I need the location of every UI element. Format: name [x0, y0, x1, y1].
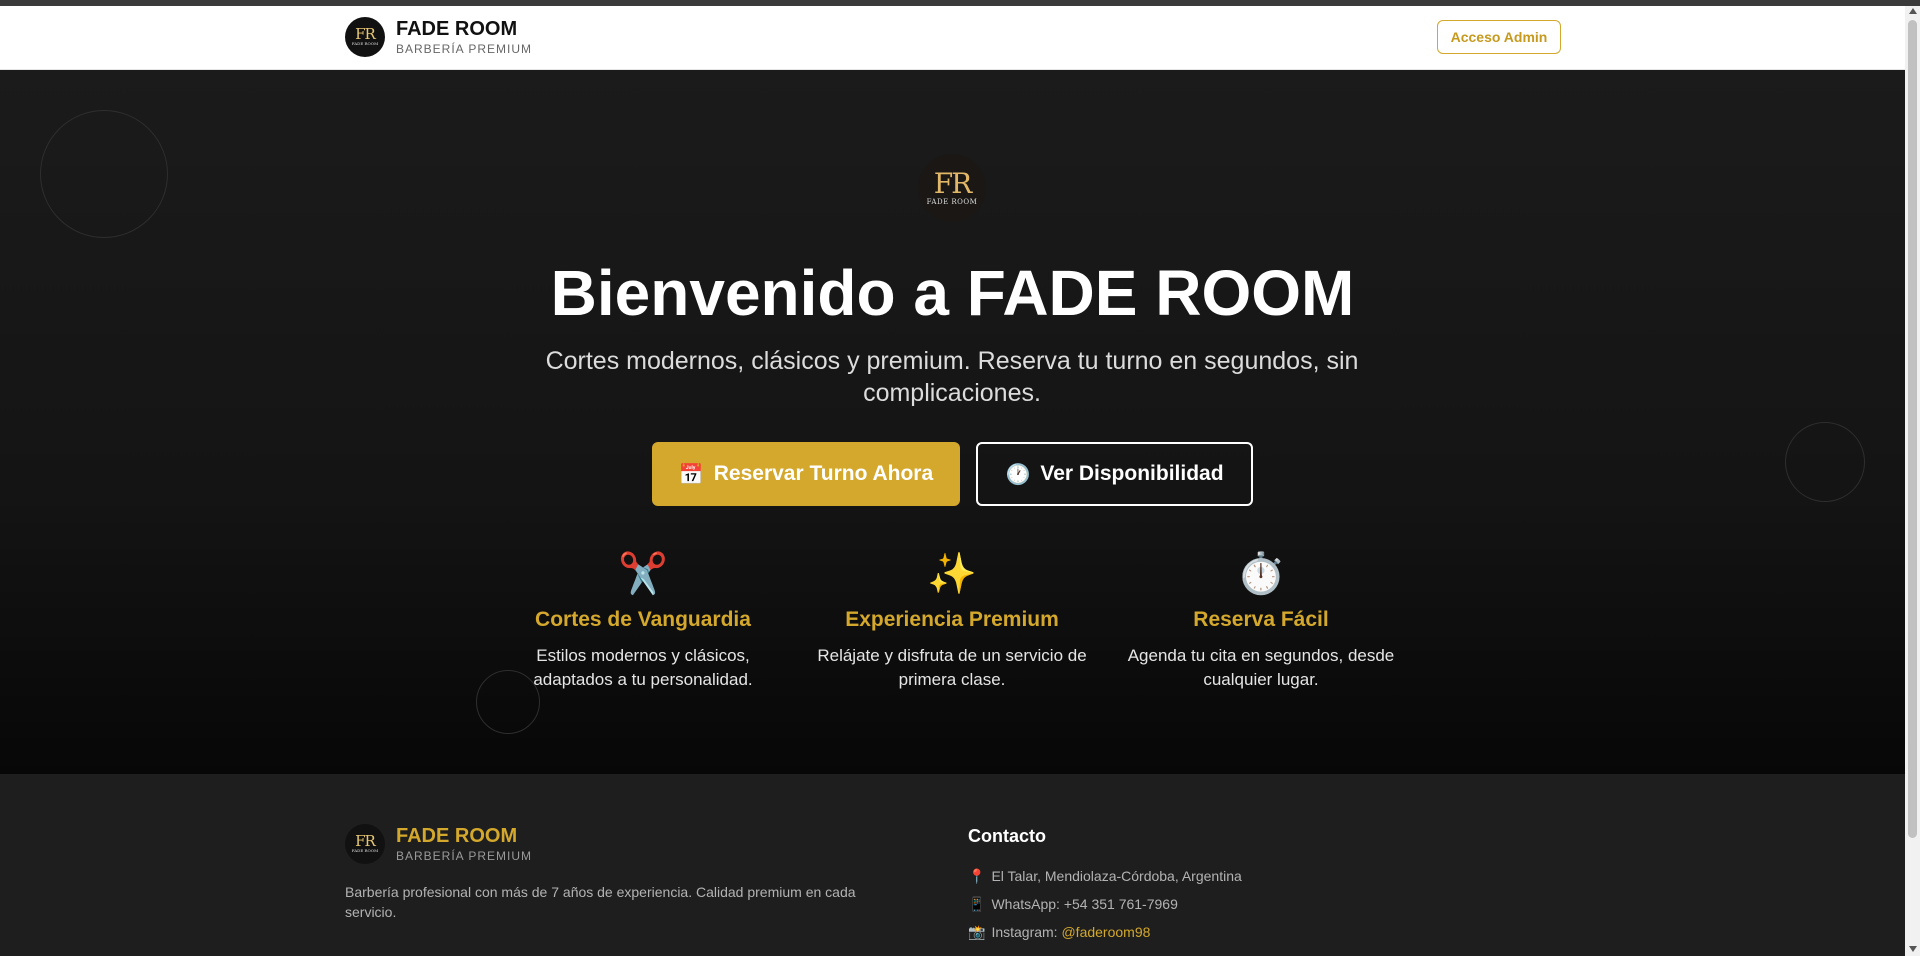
- feature-card: ⏱️ Reserva Fácil Agenda tu cita en segun…: [1116, 550, 1406, 692]
- header-logo: FR FADE ROOM: [345, 17, 385, 57]
- feature-description: Agenda tu cita en segundos, desde cualqu…: [1127, 646, 1395, 689]
- logo-initials: FR: [355, 25, 376, 43]
- feature-title: Cortes de Vanguardia: [535, 608, 751, 631]
- footer-brand-tagline: BARBERÍA PREMIUM: [396, 849, 533, 863]
- book-appointment-button[interactable]: 📅 Reservar Turno Ahora: [652, 442, 960, 506]
- whatsapp-number: +54 351 761-7969: [1063, 896, 1178, 912]
- contact-whatsapp: 📱 WhatsApp: +54 351 761-7969: [968, 894, 1242, 914]
- footer-logo-subtext: FADE ROOM: [351, 848, 379, 853]
- feature-card: ✨ Experiencia Premium Relájate y disfrut…: [807, 550, 1097, 692]
- contact-list: 📍 El Talar, Mendiolaza-Córdoba, Argentina…: [968, 866, 1242, 950]
- clock-icon: 🕐: [1005, 463, 1031, 486]
- camera-icon: 📸: [968, 924, 986, 940]
- feature-title: Reserva Fácil: [1193, 608, 1329, 631]
- feature-title: Experiencia Premium: [845, 608, 1059, 631]
- feature-description: Relájate y disfruta de un servicio de pr…: [817, 646, 1087, 689]
- view-availability-label: Ver Disponibilidad: [1040, 462, 1224, 485]
- footer-brand: FR FADE ROOM FADE ROOM BARBERÍA PREMIUM: [345, 824, 532, 864]
- stopwatch-icon: ⏱️: [1236, 552, 1286, 596]
- hero-subtitle: Cortes modernos, clásicos y premium. Res…: [545, 347, 1359, 407]
- brand-name: FADE ROOM: [396, 18, 518, 40]
- feature-description: Estilos modernos y clásicos, adaptados a…: [533, 646, 753, 689]
- contact-title: Contacto: [968, 826, 1046, 846]
- view-availability-button[interactable]: 🕐 Ver Disponibilidad: [976, 442, 1253, 506]
- whatsapp-label: WhatsApp:: [991, 896, 1064, 912]
- logo-subtext: FADE ROOM: [351, 41, 379, 46]
- phone-icon: 📱: [968, 896, 986, 912]
- scrollbar-thumb[interactable]: [1908, 20, 1917, 838]
- scissors-icon: ✂️: [618, 552, 668, 596]
- book-appointment-label: Reservar Turno Ahora: [713, 462, 934, 485]
- decorative-ring: [40, 110, 168, 238]
- contact-address: 📍 El Talar, Mendiolaza-Córdoba, Argentina: [968, 866, 1242, 886]
- address-text: El Talar, Mendiolaza-Córdoba, Argentina: [991, 868, 1242, 884]
- decorative-ring: [1785, 422, 1865, 502]
- feature-card: ✂️ Cortes de Vanguardia Estilos modernos…: [498, 550, 788, 692]
- brand-text: FADE ROOM BARBERÍA PREMIUM: [396, 17, 532, 57]
- hero-title: Bienvenido a FADE ROOM: [550, 257, 1355, 329]
- instagram-label: Instagram:: [991, 924, 1062, 940]
- footer-logo-initials: FR: [355, 832, 376, 850]
- footer-logo: FR FADE ROOM: [345, 824, 385, 864]
- footer-description: Barbería profesional con más de 7 años d…: [345, 884, 856, 920]
- page-scrollbar[interactable]: [1905, 6, 1920, 956]
- hero-logo-subtext: FADE ROOM: [926, 198, 978, 206]
- site-footer: FR FADE ROOM FADE ROOM BARBERÍA PREMIUM …: [0, 774, 1905, 956]
- hero-logo-initials: FR: [933, 167, 972, 200]
- scroll-down-arrow-icon[interactable]: [1908, 946, 1917, 952]
- hero-section: FR FADE ROOM Bienvenido a FADE ROOM Cort…: [0, 70, 1905, 774]
- admin-access-button[interactable]: Acceso Admin: [1437, 20, 1561, 54]
- hero-logo: FR FADE ROOM: [918, 154, 986, 222]
- footer-brand-text: FADE ROOM BARBERÍA PREMIUM: [396, 824, 532, 864]
- instagram-link[interactable]: @faderoom98: [1061, 924, 1150, 940]
- scroll-up-arrow-icon[interactable]: [1908, 8, 1917, 14]
- header-brand[interactable]: FR FADE ROOM FADE ROOM BARBERÍA PREMIUM: [345, 17, 532, 57]
- footer-brand-name: FADE ROOM: [396, 825, 518, 847]
- contact-instagram: 📸 Instagram: @faderoom98: [968, 922, 1242, 942]
- location-pin-icon: 📍: [968, 868, 986, 884]
- brand-tagline: BARBERÍA PREMIUM: [396, 42, 533, 56]
- sparkles-icon: ✨: [927, 552, 977, 596]
- site-header: FR FADE ROOM FADE ROOM BARBERÍA PREMIUM …: [0, 6, 1905, 70]
- calendar-icon: 📅: [678, 463, 704, 486]
